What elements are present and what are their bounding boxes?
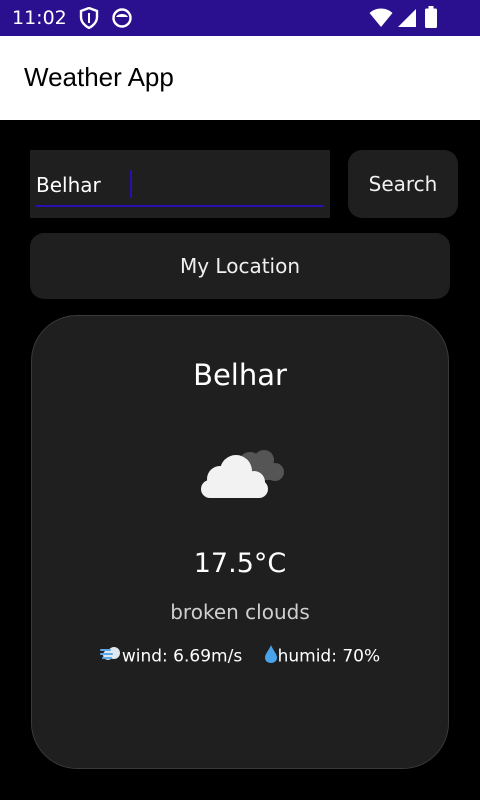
search-input[interactable] <box>36 170 324 200</box>
wifi-icon <box>369 8 393 32</box>
search-button[interactable]: Search <box>348 150 458 218</box>
my-location-button[interactable]: My Location <box>30 233 450 299</box>
wind-icon <box>99 645 122 668</box>
shield-icon <box>79 6 99 33</box>
face-icon <box>112 8 132 32</box>
humidity-value: humid: 70% <box>277 646 381 667</box>
text-cursor <box>130 170 132 198</box>
signal-icon <box>397 8 417 32</box>
app-title: Weather App <box>24 62 174 92</box>
main-content: Search My Location Belhar 17.5°C <box>0 120 480 800</box>
weather-stats: wind: 6.69m/s humid: 70% <box>32 644 448 669</box>
temperature: 17.5°C <box>193 548 287 579</box>
humidity-stat: humid: 70% <box>264 644 381 669</box>
wind-stat: wind: 6.69m/s <box>99 645 243 668</box>
city-name: Belhar <box>193 358 287 392</box>
wind-value: wind: 6.69m/s <box>121 646 243 667</box>
weather-card: Belhar 17.5°C broken clouds wind: 6.69m/… <box>31 315 449 769</box>
search-field[interactable] <box>30 150 330 218</box>
battery-icon <box>425 6 437 32</box>
search-underline <box>36 205 324 207</box>
status-bar: 11:02 <box>0 0 480 36</box>
droplet-icon <box>264 644 278 669</box>
cloud-icon <box>198 442 286 500</box>
weather-description: broken clouds <box>170 600 310 624</box>
status-time: 11:02 <box>12 7 67 29</box>
app-bar: Weather App <box>0 36 480 120</box>
